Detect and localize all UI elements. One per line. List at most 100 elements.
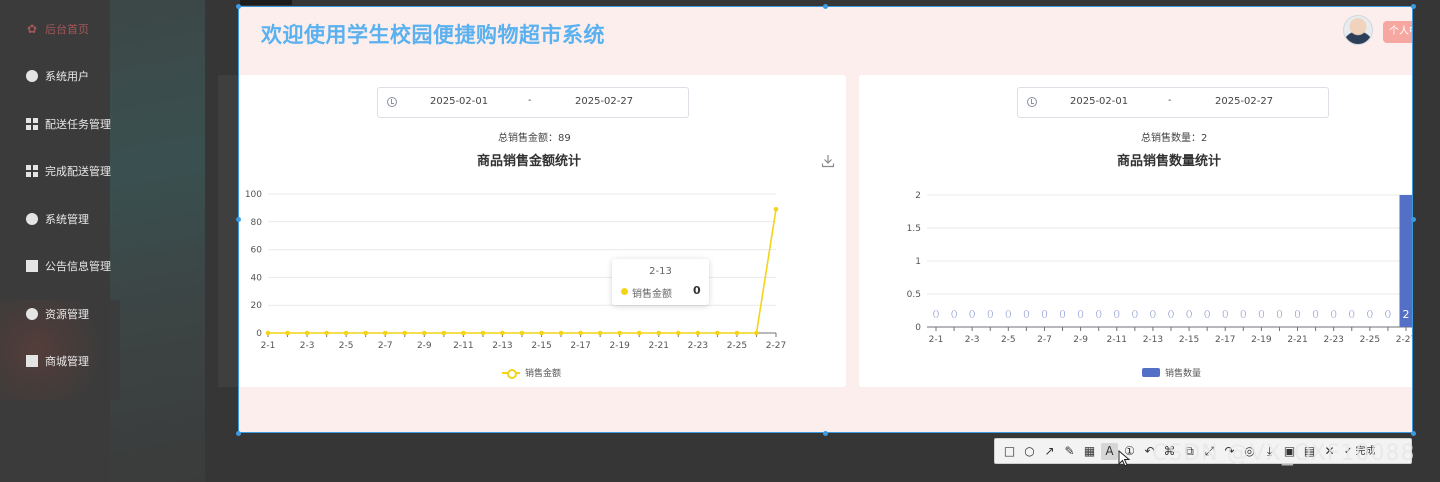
data-label: 0 <box>1041 308 1048 321</box>
data-label: 0 <box>1131 308 1138 321</box>
x-tick-label: 2-7 <box>378 341 393 351</box>
data-point <box>617 330 622 336</box>
x-tick-label: 2-5 <box>339 341 354 351</box>
user-icon <box>26 70 38 82</box>
data-label: 0 <box>1204 308 1211 321</box>
sidebar-item-system-users[interactable]: 系统用户 <box>26 66 89 86</box>
tooltip-series-name: 销售金额 <box>632 289 672 300</box>
sidebar-item-system-management[interactable]: 系统管理 <box>26 209 89 229</box>
x-tick-label: 2-25 <box>1360 335 1380 345</box>
data-label: 0 <box>1384 308 1391 321</box>
x-tick-label: 2-19 <box>1251 335 1272 345</box>
data-point <box>695 330 701 336</box>
x-tick-label: 2-7 <box>1037 335 1052 345</box>
data-label: 0 <box>969 308 976 321</box>
data-point <box>285 330 290 336</box>
sidebar-item-completed-deliveries[interactable]: 完成配送管理 <box>26 161 111 181</box>
resize-handle[interactable] <box>1411 217 1416 222</box>
sidebar-item-label: 后台首页 <box>45 23 89 36</box>
background-panel-edge <box>218 75 238 387</box>
x-tick-label: 2-3 <box>300 341 315 351</box>
data-label: 0 <box>1312 308 1319 321</box>
sidebar-item-label: 资源管理 <box>45 308 89 321</box>
x-tick-label: 2-19 <box>609 341 630 351</box>
resize-handle[interactable] <box>823 431 828 436</box>
pencil-icon[interactable]: ✎ <box>1061 443 1078 460</box>
data-label: 0 <box>1222 308 1229 321</box>
sidebar-item-home[interactable]: ✿ 后台首页 <box>26 19 89 39</box>
sidebar-item-shop[interactable]: 商城管理 <box>26 351 89 371</box>
y-tick-label: 40 <box>251 273 263 283</box>
x-tick-label: 2-11 <box>453 341 473 351</box>
x-tick-label: 2-15 <box>531 341 551 351</box>
data-point <box>539 330 544 336</box>
mosaic-icon[interactable]: ▦ <box>1081 443 1098 460</box>
data-label: 0 <box>1095 308 1102 321</box>
resize-handle[interactable] <box>823 4 828 9</box>
data-label: 0 <box>933 308 940 321</box>
resize-handle[interactable] <box>236 431 241 436</box>
sales-amount-line-chart[interactable]: 0 20 40 60 80 100 2-1 2-3 2-5 2-7 2-9 2-11 2-13 2-15 2… <box>239 75 846 387</box>
resize-handle[interactable] <box>236 4 241 9</box>
data-point <box>578 330 583 336</box>
chart-tooltip: 2-13 销售金额 0 <box>612 259 709 305</box>
x-tick-label: 2-9 <box>417 341 432 351</box>
data-label: 0 <box>1005 308 1012 321</box>
arrow-icon[interactable]: ↗ <box>1041 443 1058 460</box>
x-tick-label: 2-13 <box>1143 335 1163 345</box>
sidebar-item-label: 配送任务管理 <box>45 118 111 131</box>
data-label: 0 <box>1059 308 1066 321</box>
data-point <box>461 330 466 336</box>
sales-quantity-bar-chart[interactable]: 0 0.5 1 1.5 2 2-1 2-3 2-5 2-7 2-9 2-11 2-13 2-15 2-17… <box>859 75 1413 387</box>
sidebar-item-label: 公告信息管理 <box>45 260 111 273</box>
sidebar-item-label: 商城管理 <box>45 355 89 368</box>
chart-legend[interactable]: 销售金额 <box>502 366 561 379</box>
data-point <box>773 206 779 212</box>
sidebar-item-delivery-tasks[interactable]: 配送任务管理 <box>26 114 111 134</box>
data-label: 0 <box>1186 308 1193 321</box>
data-label: 0 <box>1258 308 1265 321</box>
data-point <box>656 330 662 336</box>
top-tab-strip <box>240 0 292 5</box>
chart-legend[interactable]: 销售数量 <box>1142 366 1201 379</box>
ellipse-icon[interactable]: ○ <box>1021 443 1038 460</box>
x-tick-label: 2-17 <box>570 341 590 351</box>
avatar[interactable] <box>1343 15 1373 45</box>
mouse-cursor-icon <box>1118 450 1131 467</box>
resize-handle[interactable] <box>1411 431 1416 436</box>
capture-region[interactable]: 欢迎使用学生校园便捷购物超市系统 个人中心 2025-02-01 - 2025-… <box>238 6 1413 433</box>
text-icon[interactable]: A <box>1101 442 1118 460</box>
y-tick-label: 0.5 <box>907 290 921 300</box>
data-point <box>597 330 603 336</box>
resize-handle[interactable] <box>1411 4 1416 9</box>
tooltip-title: 2-13 <box>649 266 672 277</box>
document-icon <box>26 260 38 272</box>
x-tick-label: 2-25 <box>727 341 747 351</box>
sidebar-item-label: 系统用户 <box>45 70 89 83</box>
x-tick-label: 2-11 <box>1107 335 1127 345</box>
y-tick-label: 20 <box>251 301 263 311</box>
sidebar-item-announcements[interactable]: 公告信息管理 <box>26 256 111 276</box>
resize-handle[interactable] <box>236 217 241 222</box>
x-tick-label: 2-27 <box>766 341 786 351</box>
sales-amount-card: 2025-02-01 - 2025-02-27 总销售金额：89 商品销售金额统… <box>239 75 846 387</box>
rectangle-icon[interactable]: □ <box>1001 443 1018 460</box>
legend-label: 销售金额 <box>525 369 562 379</box>
profile-button[interactable]: 个人中心 <box>1383 21 1412 43</box>
grid-icon <box>26 165 38 177</box>
data-point <box>676 330 681 336</box>
x-tick-label: 2-9 <box>1073 335 1088 345</box>
data-point <box>636 330 642 336</box>
data-point <box>382 330 388 336</box>
x-tick-label: 2-13 <box>492 341 512 351</box>
data-point <box>558 330 564 336</box>
tooltip-value: 0 <box>693 284 701 297</box>
data-point <box>715 330 720 336</box>
data-label: 0 <box>1294 308 1301 321</box>
sidebar-item-resources[interactable]: 资源管理 <box>26 304 89 324</box>
data-label: 0 <box>1276 308 1283 321</box>
page-title: 欢迎使用学生校园便捷购物超市系统 <box>261 23 605 47</box>
data-label: 0 <box>1366 308 1373 321</box>
home-icon: ✿ <box>26 22 38 36</box>
x-tick-label: 2-21 <box>1287 335 1307 345</box>
